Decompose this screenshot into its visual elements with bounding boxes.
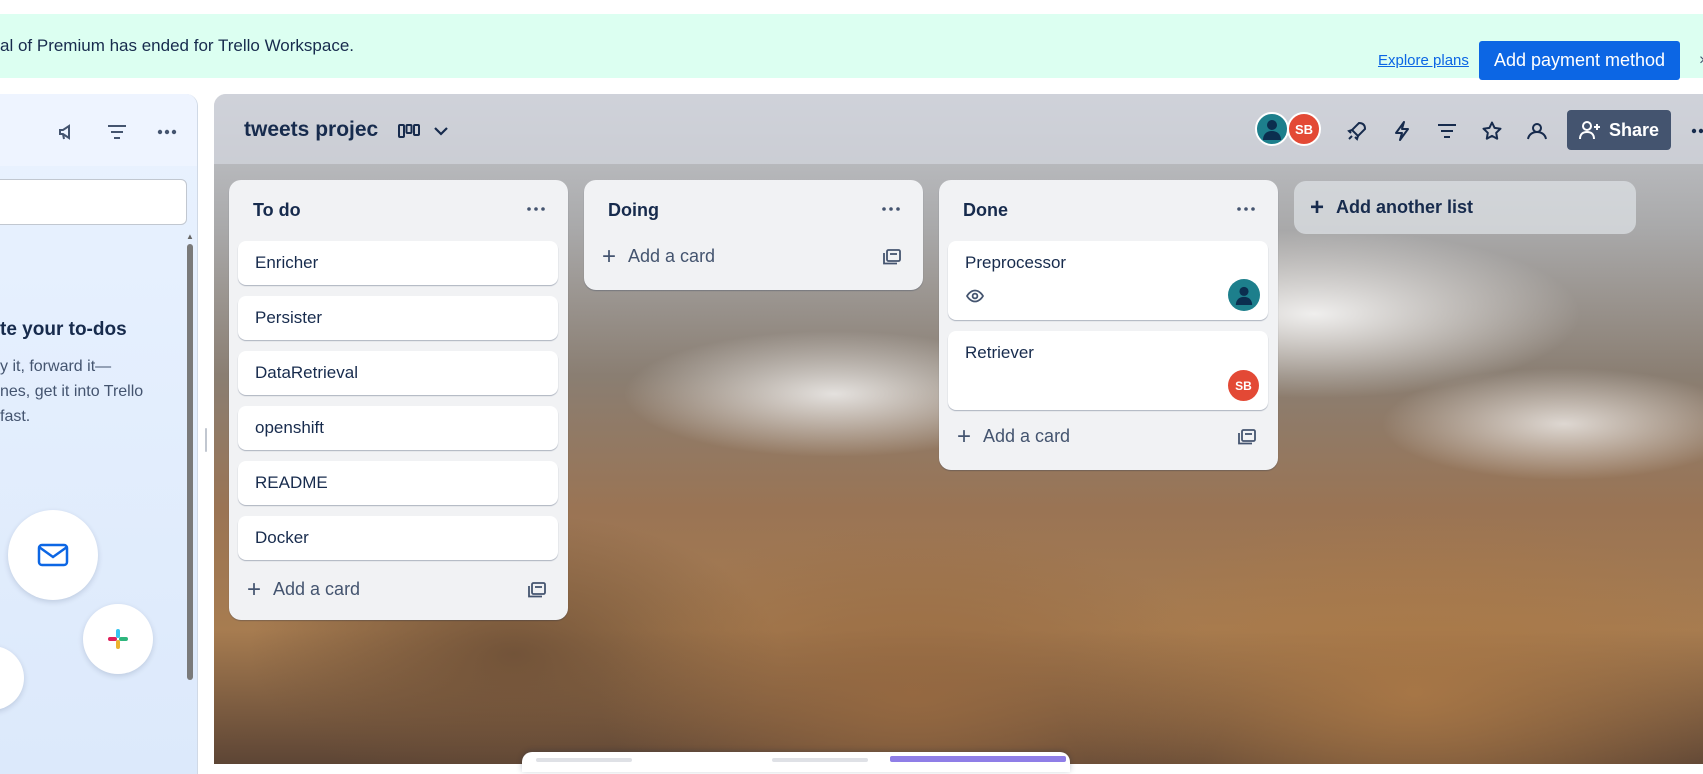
- list-menu-icon[interactable]: [521, 194, 551, 224]
- add-payment-method-button[interactable]: Add payment method: [1479, 41, 1680, 80]
- list-done: Done Preprocessor Retriever SB + Add a c…: [939, 180, 1278, 470]
- inbox-panel: ▲ te your to-dos y it, forward it— nes, …: [0, 94, 198, 774]
- card-title: DataRetrieval: [255, 363, 358, 382]
- card[interactable]: Docker: [238, 516, 558, 560]
- switcher-tab-active[interactable]: [890, 756, 1066, 762]
- mail-integration-button[interactable]: [8, 510, 98, 600]
- list-todo: To do Enricher Persister DataRetrieval o…: [229, 180, 568, 620]
- card-template-icon[interactable]: [1237, 427, 1257, 447]
- member-avatar[interactable]: [1255, 112, 1289, 146]
- board-header: tweets projec SB Share: [214, 94, 1703, 164]
- board-title[interactable]: tweets projec: [244, 118, 378, 142]
- card-template-icon[interactable]: [882, 247, 902, 267]
- top-strip: [0, 0, 1703, 14]
- bottom-view-switcher: [522, 752, 1070, 772]
- add-card-button[interactable]: + Add a card: [602, 242, 716, 270]
- person-icon: [1235, 286, 1253, 305]
- inbox-scrollbar[interactable]: [187, 244, 193, 680]
- list-title[interactable]: Doing: [608, 200, 659, 221]
- inbox-add-card-input[interactable]: [0, 179, 187, 225]
- card[interactable]: Persister: [238, 296, 558, 340]
- filter-icon[interactable]: [1432, 116, 1462, 146]
- board-more-icon[interactable]: [1686, 116, 1703, 146]
- more-icon[interactable]: [153, 118, 181, 146]
- card[interactable]: Enricher: [238, 241, 558, 285]
- add-card-label: Add a card: [273, 579, 361, 599]
- explore-plans-link[interactable]: Explore plans: [1378, 52, 1469, 69]
- plus-icon: +: [602, 242, 617, 270]
- star-icon[interactable]: [1477, 116, 1507, 146]
- banner-close-icon[interactable]: ×: [1699, 52, 1703, 70]
- list-title[interactable]: To do: [253, 200, 301, 221]
- add-card-button[interactable]: + Add a card: [957, 422, 1071, 450]
- scroll-up-arrow-icon[interactable]: ▲: [186, 232, 194, 242]
- add-person-icon: [1578, 121, 1600, 140]
- filter-icon[interactable]: [103, 118, 131, 146]
- list-title[interactable]: Done: [963, 200, 1008, 221]
- board-view-icon[interactable]: [394, 116, 424, 146]
- list-doing: Doing + Add a card: [584, 180, 923, 290]
- card[interactable]: README: [238, 461, 558, 505]
- card-member-avatar-sb[interactable]: SB: [1228, 370, 1259, 401]
- add-card-label: Add a card: [628, 246, 716, 266]
- banner-message: al of Premium has ended for Trello Works…: [0, 36, 355, 55]
- list-menu-icon[interactable]: [876, 194, 906, 224]
- add-list-label: Add another list: [1336, 197, 1474, 217]
- trial-banner: al of Premium has ended for Trello Works…: [0, 14, 1703, 80]
- card[interactable]: Preprocessor: [948, 241, 1268, 320]
- card[interactable]: DataRetrieval: [238, 351, 558, 395]
- switcher-tab[interactable]: [536, 758, 632, 762]
- card-title: README: [255, 473, 328, 492]
- watching-eye-icon: [965, 289, 985, 308]
- person-icon: [1263, 120, 1281, 140]
- add-another-list-button[interactable]: + Add another list: [1294, 181, 1636, 234]
- power-ups-icon[interactable]: [1342, 116, 1372, 146]
- visibility-icon[interactable]: [1522, 116, 1552, 146]
- card-template-icon[interactable]: [527, 580, 547, 600]
- share-button[interactable]: Share: [1567, 110, 1671, 150]
- member-avatar-sb[interactable]: SB: [1287, 112, 1321, 146]
- panel-resize-handle[interactable]: [205, 428, 207, 452]
- inbox-promo-title: te your to-dos: [0, 319, 127, 340]
- plus-icon: +: [247, 575, 262, 603]
- card-title: Preprocessor: [965, 253, 1067, 272]
- card-title: Retriever: [965, 343, 1034, 362]
- list-menu-icon[interactable]: [1231, 194, 1261, 224]
- card-title: openshift: [255, 418, 324, 437]
- card[interactable]: openshift: [238, 406, 558, 450]
- slack-integration-button[interactable]: [83, 604, 153, 674]
- mail-icon: [37, 543, 69, 567]
- board-canvas: tweets projec SB Share To do Enricher Pe…: [214, 94, 1703, 764]
- switcher-tab[interactable]: [772, 758, 868, 762]
- inbox-panel-header: [0, 94, 197, 166]
- plus-icon: +: [957, 422, 972, 450]
- inbox-promo-description: y it, forward it— nes, get it into Trell…: [0, 358, 144, 425]
- add-card-button[interactable]: + Add a card: [247, 575, 361, 603]
- card-title: Enricher: [255, 253, 319, 272]
- chevron-down-icon[interactable]: [426, 116, 456, 146]
- card-member-avatar[interactable]: [1228, 279, 1260, 311]
- card-title: Persister: [255, 308, 323, 327]
- add-card-label: Add a card: [983, 426, 1071, 446]
- card-title: Docker: [255, 528, 309, 547]
- share-label: Share: [1608, 119, 1660, 140]
- integration-button-partial[interactable]: [0, 646, 24, 710]
- megaphone-icon[interactable]: [53, 118, 81, 146]
- plus-icon: +: [1310, 193, 1325, 221]
- automation-icon[interactable]: [1387, 116, 1417, 146]
- slack-icon: [108, 629, 128, 649]
- card[interactable]: Retriever SB: [948, 331, 1268, 410]
